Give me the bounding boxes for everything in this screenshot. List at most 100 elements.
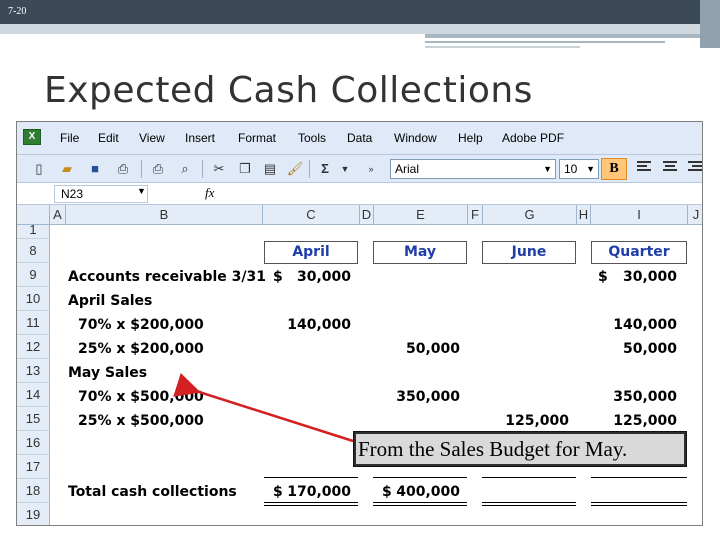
row-header[interactable]: 10 xyxy=(17,287,50,311)
cell-ar-quarter[interactable]: 30,000 xyxy=(613,269,677,285)
cell-r14-may[interactable]: 350,000 xyxy=(380,389,460,405)
column-header-g[interactable]: G xyxy=(483,205,577,225)
font-size-select[interactable]: 10 ▼ xyxy=(559,159,599,179)
total-double-underline xyxy=(591,502,687,506)
cell-ar-april[interactable]: 30,000 xyxy=(287,269,351,285)
cell-r11-april[interactable]: 140,000 xyxy=(271,317,351,333)
row-header[interactable]: 13 xyxy=(17,359,50,383)
cell-april-sales-label[interactable]: April Sales xyxy=(68,293,152,309)
excel-app-icon[interactable]: X xyxy=(23,129,41,145)
menu-insert[interactable]: Insert xyxy=(185,131,215,145)
menu-view[interactable]: View xyxy=(139,131,165,145)
copy-icon[interactable]: ❐ xyxy=(235,159,255,179)
header-june[interactable]: June xyxy=(482,241,576,264)
decorative-line xyxy=(425,34,700,38)
align-left-icon[interactable] xyxy=(637,161,653,175)
cell-total-label[interactable]: Total cash collections xyxy=(68,484,237,500)
cell-ar-dollar[interactable]: $ xyxy=(273,269,283,285)
column-header-h[interactable]: H xyxy=(577,205,591,225)
cell-may-sales-label[interactable]: May Sales xyxy=(68,365,147,381)
cell-r15-june[interactable]: 125,000 xyxy=(489,413,569,429)
column-header-f[interactable]: F xyxy=(468,205,483,225)
callout-box: From the Sales Budget for May. xyxy=(353,431,687,467)
row-header[interactable]: 15 xyxy=(17,407,50,431)
column-header-c[interactable]: C xyxy=(263,205,360,225)
cell-r12-quarter[interactable]: 50,000 xyxy=(597,341,677,357)
menu-format[interactable]: Format xyxy=(238,131,276,145)
row-header[interactable]: 8 xyxy=(17,239,50,263)
row-header[interactable]: 9 xyxy=(17,263,50,287)
menu-window[interactable]: Window xyxy=(394,131,437,145)
format-painter-icon[interactable]: 🖌 xyxy=(285,159,305,179)
slide-number: 7-20 xyxy=(8,6,27,17)
align-center-icon[interactable] xyxy=(663,161,679,175)
open-folder-icon[interactable]: ▰ xyxy=(57,159,77,179)
chevron-down-icon: ▼ xyxy=(543,164,552,174)
column-header-b[interactable]: B xyxy=(66,205,263,225)
select-all-corner[interactable] xyxy=(17,205,50,225)
total-top-border xyxy=(482,477,576,478)
header-april[interactable]: April xyxy=(264,241,358,264)
menu-help[interactable]: Help xyxy=(458,131,483,145)
row-header[interactable]: 19 xyxy=(17,503,50,525)
align-right-icon[interactable] xyxy=(688,161,702,175)
cell-ar-quarter-dollar[interactable]: $ xyxy=(598,269,608,285)
row-header[interactable]: 11 xyxy=(17,311,50,335)
header-quarter[interactable]: Quarter xyxy=(591,241,687,264)
cell-r15-label[interactable]: 25% x $500,000 xyxy=(78,413,204,429)
paste-icon[interactable]: ▤ xyxy=(260,159,280,179)
cell-r14-label[interactable]: 70% x $500,000 xyxy=(78,389,204,405)
row-header[interactable]: 16 xyxy=(17,431,50,455)
toolbar-options-icon[interactable]: » xyxy=(365,159,377,179)
slide-title: Expected Cash Collections xyxy=(44,70,533,111)
column-headers: A B C D E F G H I J xyxy=(17,205,702,225)
slide-band-accent xyxy=(0,24,720,34)
menu-bar: X File Edit View Insert Format Tools Dat… xyxy=(17,122,702,155)
cell-r14-quarter[interactable]: 350,000 xyxy=(597,389,677,405)
cell-ar-label[interactable]: Accounts receivable 3/31 xyxy=(68,269,266,285)
cell-r15-quarter[interactable]: 125,000 xyxy=(597,413,677,429)
cut-icon[interactable]: ✂ xyxy=(209,159,229,179)
column-header-j[interactable]: J xyxy=(688,205,702,225)
cell-r11-quarter[interactable]: 140,000 xyxy=(597,317,677,333)
research-icon[interactable]: ⌕ xyxy=(175,159,195,179)
cell-total-april[interactable]: 170,000 xyxy=(279,484,351,500)
row-header[interactable]: 14 xyxy=(17,383,50,407)
cell-r12-label[interactable]: 25% x $200,000 xyxy=(78,341,204,357)
menu-adobe-pdf[interactable]: Adobe PDF xyxy=(502,131,564,145)
column-header-d[interactable]: D xyxy=(360,205,374,225)
row-header[interactable]: 12 xyxy=(17,335,50,359)
row-header[interactable]: 1 xyxy=(17,225,50,239)
print-preview-icon[interactable]: ⎙ xyxy=(148,159,168,179)
permission-icon[interactable]: ⎙ xyxy=(113,159,133,179)
row-header[interactable]: 17 xyxy=(17,455,50,479)
row-header[interactable]: 18 xyxy=(17,479,50,503)
chevron-down-icon[interactable]: ▼ xyxy=(137,186,146,196)
menu-file[interactable]: File xyxy=(60,131,79,145)
column-header-e[interactable]: E xyxy=(374,205,468,225)
menu-data[interactable]: Data xyxy=(347,131,372,145)
cell-total-may[interactable]: 400,000 xyxy=(388,484,460,500)
header-may[interactable]: May xyxy=(373,241,467,264)
chevron-down-icon[interactable]: ▼ xyxy=(335,159,355,179)
cell-r12-may[interactable]: 50,000 xyxy=(380,341,460,357)
font-size-value: 10 xyxy=(564,162,578,176)
autosum-icon[interactable]: Σ xyxy=(315,159,335,179)
column-header-a[interactable]: A xyxy=(50,205,66,225)
font-name-select[interactable]: Arial ▼ xyxy=(390,159,556,179)
save-icon[interactable]: ■ xyxy=(85,159,105,179)
slide: 7-20 Expected Cash Collections X File Ed… xyxy=(0,0,720,540)
toolbar-divider xyxy=(309,160,310,178)
menu-tools[interactable]: Tools xyxy=(298,131,326,145)
column-header-i[interactable]: I xyxy=(591,205,688,225)
cell-r11-label[interactable]: 70% x $200,000 xyxy=(78,317,204,333)
chevron-down-icon: ▼ xyxy=(586,164,595,174)
toolbar: ▯ ▰ ■ ⎙ ⎙ ⌕ ✂ ❐ ▤ 🖌 Σ ▼ » Arial ▼ 10 ▼ B xyxy=(17,155,702,183)
slide-corner-accent xyxy=(700,0,720,48)
new-document-icon[interactable]: ▯ xyxy=(29,159,49,179)
bold-button[interactable]: B xyxy=(601,158,627,180)
insert-function-icon[interactable]: fx xyxy=(205,185,214,201)
menu-edit[interactable]: Edit xyxy=(98,131,119,145)
name-box[interactable]: N23 xyxy=(54,185,148,203)
toolbar-divider xyxy=(141,160,142,178)
